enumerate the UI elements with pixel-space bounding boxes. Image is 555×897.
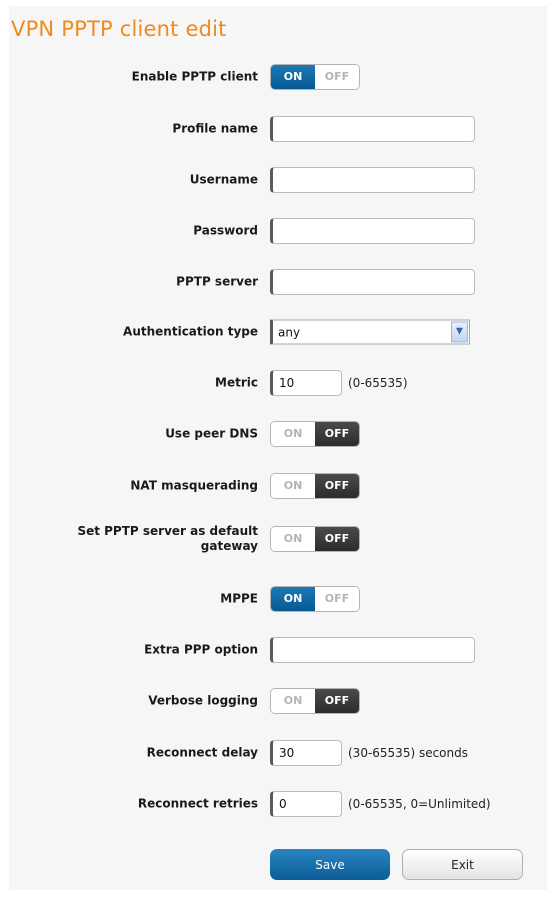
enable-label: Enable PPTP client (131, 69, 258, 84)
auth-type-label: Authentication type (123, 324, 258, 339)
default-gateway-label: Set PPTP server as default gateway (77, 524, 258, 553)
metric-hint: (0-65535) (348, 376, 408, 390)
password-label: Password (193, 223, 258, 238)
nat-toggle[interactable]: ON OFF (270, 473, 360, 499)
nat-toggle-off[interactable]: OFF (315, 474, 359, 498)
enable-toggle-on[interactable]: ON (271, 65, 315, 89)
mppe-toggle-off[interactable]: OFF (315, 587, 359, 611)
default-gateway-toggle-off[interactable]: OFF (315, 527, 359, 551)
verbose-toggle-off[interactable]: OFF (315, 689, 359, 713)
extra-ppp-label: Extra PPP option (144, 642, 258, 657)
page-title: VPN PPTP client edit (11, 17, 227, 41)
row-extra-ppp: Extra PPP option (0, 635, 555, 665)
row-username: Username (0, 165, 555, 195)
row-pptp-server: PPTP server (0, 267, 555, 297)
verbose-toggle-on[interactable]: ON (271, 689, 315, 713)
peer-dns-toggle-on[interactable]: ON (271, 422, 315, 446)
row-profile-name: Profile name (0, 114, 555, 144)
reconnect-retries-hint: (0-65535, 0=Unlimited) (348, 797, 491, 811)
peer-dns-label: Use peer DNS (165, 426, 258, 441)
mppe-label: MPPE (220, 591, 258, 606)
default-gateway-toggle-on[interactable]: ON (271, 527, 315, 551)
password-input[interactable] (270, 218, 475, 244)
row-peer-dns: Use peer DNS ON OFF (0, 419, 555, 449)
nat-toggle-on[interactable]: ON (271, 474, 315, 498)
pptp-server-label: PPTP server (176, 274, 258, 289)
peer-dns-toggle-off[interactable]: OFF (315, 422, 359, 446)
extra-ppp-input[interactable] (270, 637, 475, 663)
row-auth-type: Authentication type any ▼ (0, 317, 555, 347)
exit-button[interactable]: Exit (402, 849, 523, 880)
enable-toggle-off[interactable]: OFF (315, 65, 359, 89)
auth-type-select[interactable]: any ▼ (270, 319, 470, 345)
reconnect-retries-input[interactable] (270, 791, 342, 817)
row-mppe: MPPE ON OFF (0, 584, 555, 614)
profile-name-label: Profile name (172, 121, 258, 136)
nat-label: NAT masquerading (130, 478, 258, 493)
mppe-toggle[interactable]: ON OFF (270, 586, 360, 612)
reconnect-delay-input[interactable] (270, 740, 342, 766)
username-input[interactable] (270, 167, 475, 193)
profile-name-input[interactable] (270, 116, 475, 142)
row-verbose: Verbose logging ON OFF (0, 686, 555, 716)
row-metric: Metric (0-65535) (0, 368, 555, 398)
pptp-server-input[interactable] (270, 269, 475, 295)
metric-input[interactable] (270, 370, 342, 396)
enable-toggle[interactable]: ON OFF (270, 64, 360, 90)
reconnect-retries-label: Reconnect retries (137, 796, 258, 811)
row-default-gateway: Set PPTP server as default gateway ON OF… (0, 524, 555, 554)
reconnect-delay-label: Reconnect delay (146, 745, 258, 760)
chevron-down-icon[interactable]: ▼ (451, 321, 468, 343)
peer-dns-toggle[interactable]: ON OFF (270, 421, 360, 447)
default-gateway-toggle[interactable]: ON OFF (270, 526, 360, 552)
reconnect-delay-hint: (30-65535) seconds (348, 746, 468, 760)
row-nat: NAT masquerading ON OFF (0, 471, 555, 501)
row-password: Password (0, 216, 555, 246)
verbose-toggle[interactable]: ON OFF (270, 688, 360, 714)
mppe-toggle-on[interactable]: ON (271, 587, 315, 611)
username-label: Username (189, 172, 258, 187)
row-reconnect-retries: Reconnect retries (0-65535, 0=Unlimited) (0, 789, 555, 819)
metric-label: Metric (215, 375, 258, 390)
auth-type-value: any (278, 325, 301, 340)
row-enable: Enable PPTP client ON OFF (0, 62, 555, 92)
verbose-label: Verbose logging (148, 693, 258, 708)
save-button[interactable]: Save (270, 849, 390, 880)
row-reconnect-delay: Reconnect delay (30-65535) seconds (0, 738, 555, 768)
